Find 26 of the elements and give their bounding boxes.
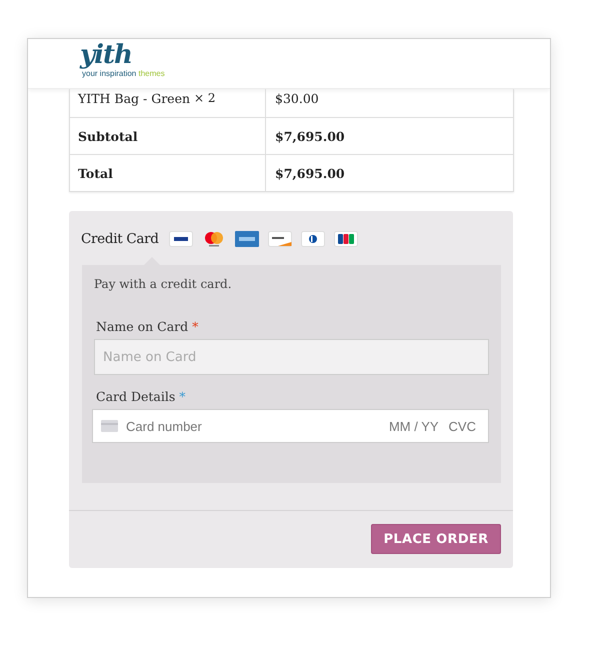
field-label: Card Details	[96, 389, 176, 404]
logo-wordmark: yith	[80, 41, 133, 69]
input-field[interactable]: Name on Card	[94, 339, 489, 375]
field-label: Name on Card	[96, 319, 188, 334]
payment-card-icon	[300, 231, 325, 247]
table-cell-text: $7,695.00	[274, 128, 346, 146]
card-icon	[101, 420, 118, 432]
table-cell: Total	[70, 155, 266, 191]
card-input-field[interactable]: Card number MM / YY CVC	[92, 409, 489, 443]
table-cell-text: $7,695.00	[274, 164, 346, 182]
required-mark: *	[179, 389, 186, 404]
table-cell: YITH Bag - Green × 2	[70, 89, 266, 119]
required-mark: *	[192, 319, 198, 334]
payment-description: Pay with a credit card.	[94, 277, 233, 291]
cvc-placeholder: CVC	[448, 418, 476, 434]
payment-card-icon	[234, 231, 259, 247]
card-number-placeholder: Card number	[126, 418, 203, 434]
payment-card-icon	[334, 231, 358, 247]
expiry-placeholder: MM / YY	[388, 418, 439, 434]
logo-tagline: your inspiration themes	[82, 69, 165, 79]
payment-card-icon	[168, 231, 193, 247]
payment-card-icon	[268, 231, 292, 247]
place-order-button[interactable]: PLACE ORDER	[371, 524, 501, 554]
payment-method-label: Credit Card	[81, 231, 159, 247]
table-cell-text: $30.00	[274, 90, 320, 108]
table-cell: Subtotal	[70, 118, 266, 154]
